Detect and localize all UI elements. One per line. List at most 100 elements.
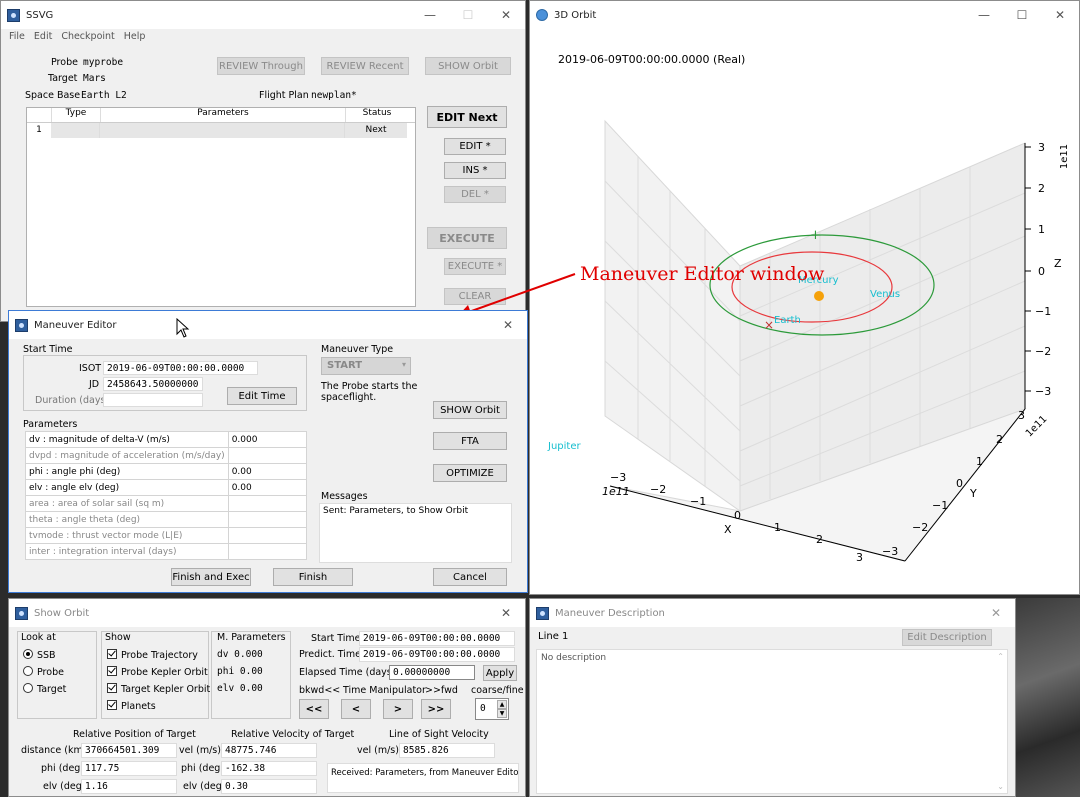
flight-plan-table[interactable]: Type Parameters Status 1 Next [26,107,416,307]
probe-kepler-checkbox[interactable]: Probe Kepler Orbit [107,666,208,678]
menu-file[interactable]: File [9,31,25,47]
col-parameters[interactable]: Parameters [101,108,346,122]
finish-button[interactable]: Finish [273,568,353,586]
param-value[interactable] [227,527,308,544]
orbit-plot[interactable]: + × [530,31,1080,595]
x-scale-label: 1e11 [602,485,630,498]
start-time-field: 2019-06-09T00:00:00.0000 [359,631,515,646]
maneuver-type-select[interactable]: START ▾ [321,357,411,375]
fast-forward-button[interactable]: >> [421,699,451,719]
isot-input[interactable]: 2019-06-09T00:00:00.0000 [103,361,258,375]
menu-help[interactable]: Help [124,31,146,47]
step-forward-button[interactable]: > [383,699,413,719]
elapsed-time-input[interactable]: 0.00000000 [389,665,475,680]
spinner-down-icon[interactable]: ▼ [497,709,507,718]
spinner-up-icon[interactable]: ▲ [497,700,507,709]
edit-button[interactable]: EDIT * [444,138,506,155]
param-row[interactable]: elv : angle elv (deg) 0.00 [25,479,308,496]
scroll-up-icon[interactable]: ⌃ [997,652,1004,661]
param-value[interactable] [227,495,308,512]
show-orbit-button[interactable]: SHOW Orbit [425,57,511,75]
look-at-target-radio[interactable]: Target [23,683,66,695]
elv-pos-value: 1.16 [81,779,177,794]
close-icon[interactable]: ✕ [977,599,1015,627]
param-value[interactable] [227,511,308,528]
look-at-probe-radio[interactable]: Probe [23,666,64,678]
del-button[interactable]: DEL * [444,186,506,203]
ssvg-titlebar[interactable]: SSVG — ☐ ✕ [1,1,525,29]
duration-input[interactable] [103,393,203,407]
close-icon[interactable]: ✕ [487,599,525,627]
col-status[interactable]: Status [346,108,408,122]
x-axis-label: X [724,523,732,536]
menu-checkpoint[interactable]: Checkpoint [61,31,114,47]
edit-next-button[interactable]: EDIT Next [427,106,507,128]
x-tick-label: 3 [856,551,863,564]
review-through-button[interactable]: REVIEW Through [217,57,305,75]
minimize-icon[interactable]: — [411,1,449,29]
param-row[interactable]: dvpd : magnitude of acceleration (m/s/da… [25,447,308,464]
cancel-button[interactable]: Cancel [433,568,507,586]
annotation-text: Maneuver Editor window [580,263,825,285]
sun-marker [814,291,824,301]
execute-star-button[interactable]: EXECUTE * [444,258,506,275]
show-orbit-button[interactable]: SHOW Orbit [433,401,507,419]
param-name: tvmode : thrust vector mode (L|E) [25,527,229,544]
param-value[interactable]: 0.00 [227,463,308,480]
param-value[interactable] [227,543,308,560]
maneuver-editor-titlebar[interactable]: Maneuver Editor ✕ [9,311,527,339]
close-icon[interactable]: ✕ [1041,1,1079,29]
menu-edit[interactable]: Edit [34,31,52,47]
parameters-table[interactable]: dv : magnitude of delta-V (m/s) 0.000 dvp… [25,431,308,560]
coarse-fine-spinner[interactable]: 0 ▲ ▼ [475,698,509,720]
param-row[interactable]: dv : magnitude of delta-V (m/s) 0.000 [25,431,308,448]
probe-label: Probe [51,57,78,68]
scroll-down-icon[interactable]: ⌄ [997,782,1004,791]
param-value[interactable]: 0.000 [227,431,308,448]
y-tick-label: −3 [882,545,899,558]
fta-button[interactable]: FTA [433,432,507,450]
phi-label: phi (deg) [41,763,85,774]
close-icon[interactable]: ✕ [487,1,525,29]
vel-label: vel (m/s) [179,745,221,756]
orbit3d-titlebar[interactable]: 3D Orbit — ☐ ✕ [530,1,1079,29]
edit-time-button[interactable]: Edit Time [227,387,297,405]
jd-input[interactable]: 2458643.50000000 [103,377,203,391]
step-backward-button[interactable]: < [341,699,371,719]
description-text-area[interactable]: No description ⌃ ⌄ [536,649,1008,794]
planets-checkbox[interactable]: Planets [107,700,156,712]
param-row[interactable]: inter : integration interval (days) [25,543,308,560]
bkwd-label: bkwd<< [299,685,341,696]
param-row[interactable]: theta : angle theta (deg) [25,511,308,528]
finish-and-exec-button[interactable]: Finish and Exec [171,568,251,586]
space-base-value: Earth L2 [81,90,127,101]
table-row[interactable]: 1 Next [27,123,415,138]
param-row[interactable]: phi : angle phi (deg) 0.00 [25,463,308,480]
maneuver-desc-titlebar[interactable]: Maneuver Description ✕ [530,599,1015,627]
param-value[interactable]: 0.00 [227,479,308,496]
window-title: SSVG [26,9,54,21]
apply-button[interactable]: Apply [483,665,517,681]
param-row[interactable]: area : area of solar sail (sq m) [25,495,308,512]
fast-backward-button[interactable]: << [299,699,329,719]
optimize-button[interactable]: OPTIMIZE [433,464,507,482]
probe-trajectory-checkbox[interactable]: Probe Trajectory [107,649,198,661]
look-at-ssb-radio[interactable]: SSB [23,649,56,661]
y-axis-label: Y [970,487,977,500]
x-tick-label: −1 [690,495,707,508]
show-orbit-titlebar[interactable]: Show Orbit ✕ [9,599,525,627]
param-row[interactable]: tvmode : thrust vector mode (L|E) [25,527,308,544]
minimize-icon[interactable]: — [965,1,1003,29]
close-icon[interactable]: ✕ [489,311,527,339]
mouse-cursor-icon [176,318,190,338]
target-kepler-checkbox[interactable]: Target Kepler Orbit [107,683,210,695]
maximize-icon[interactable]: ☐ [1003,1,1041,29]
col-type[interactable]: Type [52,108,101,122]
edit-description-button[interactable]: Edit Description [902,629,992,646]
review-recent-button[interactable]: REVIEW Recent [321,57,409,75]
param-value[interactable] [227,447,308,464]
ins-button[interactable]: INS * [444,162,506,179]
app-icon [536,606,549,620]
execute-button[interactable]: EXECUTE [427,227,507,249]
clear-button[interactable]: CLEAR [444,288,506,305]
